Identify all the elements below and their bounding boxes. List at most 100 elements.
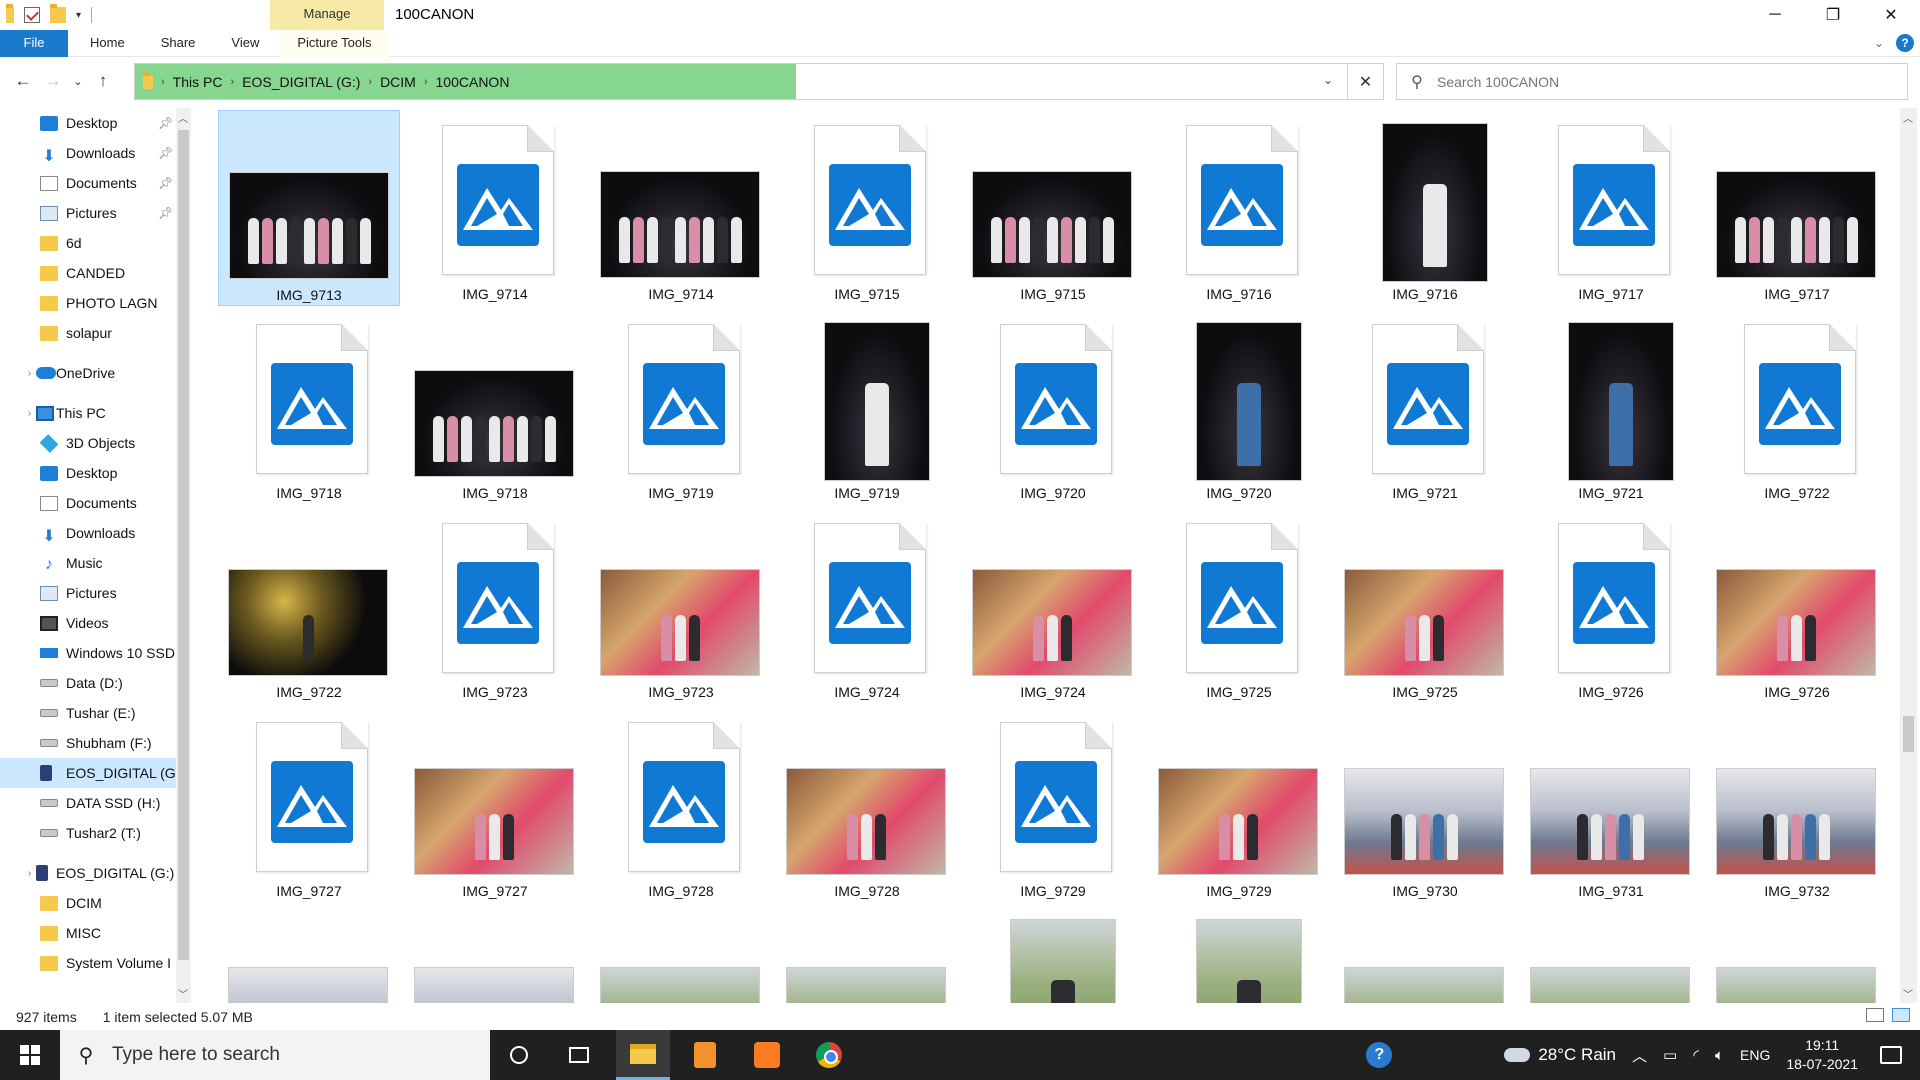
weather-text[interactable]: 28°C Rain — [1538, 1045, 1616, 1065]
breadcrumb-this-pc[interactable]: This PC — [173, 74, 223, 90]
file-item[interactable] — [1520, 906, 1702, 1003]
nav-item[interactable]: Windows 10 SSD — [0, 638, 190, 668]
file-item[interactable]: IMG_9727 — [404, 707, 586, 903]
clock[interactable]: 19:11 18-07-2021 — [1786, 1036, 1858, 1074]
forward-button[interactable]: → — [38, 66, 68, 96]
taskbar-search[interactable]: ⚲ Type here to search — [60, 1030, 490, 1080]
manage-context-tab[interactable]: Manage — [270, 0, 384, 30]
nav-item[interactable]: › EOS_DIGITAL (G:) — [0, 858, 190, 888]
up-button[interactable]: ↑ — [88, 66, 118, 96]
nav-scrollbar[interactable]: ︿ ﹀ — [176, 108, 191, 1003]
back-button[interactable]: ← — [8, 66, 38, 96]
file-item[interactable]: IMG_9727 — [218, 707, 400, 903]
task-view-button[interactable] — [552, 1030, 606, 1080]
file-item[interactable]: IMG_9717 — [1706, 110, 1888, 306]
file-item[interactable]: IMG_9722 — [1706, 309, 1888, 505]
file-item[interactable]: IMG_9716 — [1148, 110, 1330, 306]
file-item[interactable]: IMG_9728 — [590, 707, 772, 903]
minimize-button[interactable]: ─ — [1746, 0, 1804, 30]
cortana-button[interactable] — [492, 1030, 546, 1080]
nav-item[interactable]: Pictures — [0, 578, 190, 608]
network-icon[interactable]: ◜ — [1693, 1046, 1699, 1064]
nav-item[interactable]: Tushar2 (T:) — [0, 818, 190, 848]
file-item[interactable]: IMG_9721 — [1520, 309, 1702, 505]
language-indicator[interactable]: ENG — [1740, 1047, 1770, 1063]
file-item[interactable]: IMG_9723 — [590, 508, 772, 704]
file-item[interactable]: IMG_9721 — [1334, 309, 1516, 505]
file-item[interactable]: IMG_9717 — [1520, 110, 1702, 306]
nav-item[interactable]: ♪ Music — [0, 548, 190, 578]
file-item[interactable]: IMG_9719 — [776, 309, 958, 505]
tab-picture-tools[interactable]: Picture Tools — [279, 29, 390, 57]
nav-item[interactable]: Desktop 📌︎ — [0, 108, 190, 138]
file-item[interactable] — [962, 906, 1144, 1003]
volume-icon[interactable]: 🔈︎ — [1715, 1047, 1724, 1064]
file-item[interactable]: IMG_9720 — [962, 309, 1144, 505]
breadcrumb-dcim[interactable]: DCIM — [380, 74, 416, 90]
large-icons-view-button[interactable] — [1892, 1008, 1910, 1022]
nav-item[interactable]: DCIM — [0, 888, 190, 918]
nav-item[interactable]: 3D Objects — [0, 428, 190, 458]
nav-item[interactable]: › This PC — [0, 398, 190, 428]
weather-icon[interactable] — [1504, 1048, 1531, 1062]
address-bar[interactable]: › This PC › EOS_DIGITAL (G:) › DCIM › 10… — [134, 63, 1384, 100]
nav-item[interactable]: 6d — [0, 228, 190, 258]
nav-item[interactable]: Videos — [0, 608, 190, 638]
file-item[interactable]: IMG_9730 — [1334, 707, 1516, 903]
nav-item[interactable]: Documents 📌︎ — [0, 168, 190, 198]
file-item[interactable]: IMG_9720 — [1148, 309, 1330, 505]
nav-item[interactable]: EOS_DIGITAL (G: — [0, 758, 190, 788]
nav-scroll-thumb[interactable] — [178, 130, 189, 960]
expand-chevron-icon[interactable]: › — [28, 368, 31, 379]
nav-item[interactable]: ⬇ Downloads — [0, 518, 190, 548]
scroll-up-icon[interactable]: ︿ — [1903, 110, 1913, 125]
expand-chevron-icon[interactable]: › — [28, 408, 31, 419]
file-item[interactable]: IMG_9729 — [962, 707, 1144, 903]
file-item[interactable]: IMG_9729 — [1148, 707, 1330, 903]
notifications-icon[interactable] — [1880, 1046, 1902, 1064]
restore-button[interactable]: ❐ — [1804, 0, 1862, 30]
nav-item[interactable]: PHOTO LAGN — [0, 288, 190, 318]
customize-toolbar-icon[interactable]: ▾ — [76, 10, 81, 21]
file-item[interactable]: IMG_9719 — [590, 309, 772, 505]
help-icon[interactable]: ? — [1896, 34, 1914, 52]
nav-item[interactable]: › OneDrive — [0, 358, 190, 388]
close-button[interactable]: ✕ — [1862, 0, 1920, 30]
file-item[interactable] — [1148, 906, 1330, 1003]
file-item[interactable] — [1334, 906, 1516, 1003]
new-folder-icon[interactable] — [50, 4, 66, 23]
file-item[interactable]: IMG_9726 — [1706, 508, 1888, 704]
file-item[interactable]: IMG_9722 — [218, 508, 400, 704]
file-item[interactable]: IMG_9724 — [776, 508, 958, 704]
file-item[interactable]: IMG_9725 — [1334, 508, 1516, 704]
battery-icon[interactable]: ▭ — [1663, 1046, 1677, 1064]
nav-item[interactable]: CANDED — [0, 258, 190, 288]
nav-item[interactable]: System Volume I — [0, 948, 190, 978]
content-scroll-thumb[interactable] — [1903, 716, 1914, 752]
file-explorer-taskbar-button[interactable] — [616, 1030, 670, 1080]
start-button[interactable] — [0, 1030, 60, 1080]
file-item[interactable] — [1706, 906, 1888, 1003]
nav-item[interactable]: Tushar (E:) — [0, 698, 190, 728]
scroll-down-icon[interactable]: ﹀ — [1903, 986, 1913, 1001]
sublime-text-taskbar-button[interactable] — [678, 1030, 732, 1080]
file-item[interactable] — [590, 906, 772, 1003]
file-item[interactable] — [218, 906, 400, 1003]
expand-chevron-icon[interactable]: › — [28, 868, 31, 879]
file-item[interactable]: IMG_9718 — [404, 309, 586, 505]
search-input[interactable] — [1437, 73, 1877, 90]
file-item[interactable]: IMG_9726 — [1520, 508, 1702, 704]
nav-item[interactable]: solapur — [0, 318, 190, 348]
content-scrollbar[interactable]: ︿ ﹀ — [1900, 108, 1917, 1003]
file-item[interactable] — [776, 906, 958, 1003]
tab-home[interactable]: Home — [72, 30, 143, 57]
tab-view[interactable]: View — [213, 30, 277, 57]
breadcrumb-100canon[interactable]: 100CANON — [436, 74, 510, 90]
nav-item[interactable]: ⬇ Downloads 📌︎ — [0, 138, 190, 168]
expand-ribbon-icon[interactable]: ⌄ — [1874, 36, 1884, 50]
file-item[interactable]: IMG_9715 — [776, 110, 958, 306]
file-item[interactable]: IMG_9725 — [1148, 508, 1330, 704]
file-item[interactable]: IMG_9723 — [404, 508, 586, 704]
tab-file[interactable]: File — [0, 29, 68, 57]
scroll-up-icon[interactable]: ︿ — [178, 110, 188, 125]
